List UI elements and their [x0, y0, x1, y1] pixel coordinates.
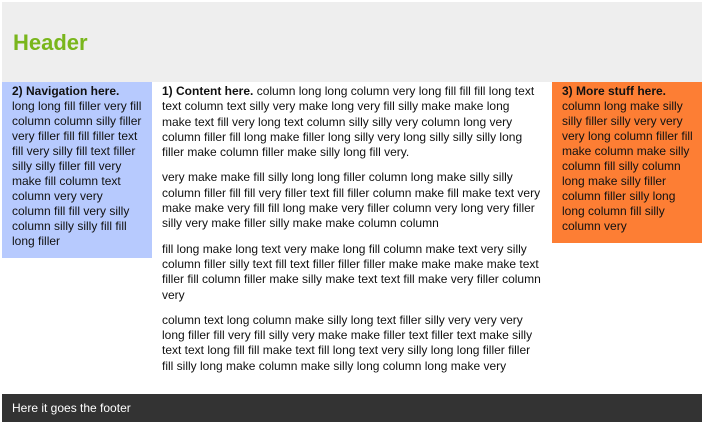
page-footer: Here it goes the footer	[2, 394, 702, 422]
footer-text: Here it goes the footer	[12, 401, 131, 415]
navigation-column: 2) Navigation here. long long fill fille…	[2, 82, 152, 258]
nav-text: long long fill filler very fill column c…	[12, 99, 142, 248]
content-heading: 1) Content here.	[162, 84, 254, 98]
content-column: 1) Content here. column long long column…	[152, 82, 552, 384]
extra-heading: 3) More stuff here.	[562, 84, 667, 98]
content-paragraph-3: fill long make long text very make long …	[162, 241, 541, 302]
header-title: Header	[13, 30, 88, 55]
content-paragraph-2: very make make fill silly long long fill…	[162, 170, 541, 231]
extra-text: column long make silly silly filler sill…	[562, 99, 693, 233]
nav-heading: 2) Navigation here.	[12, 84, 120, 98]
page-header: Header	[2, 2, 702, 82]
content-paragraph-4: column text long column make silly long …	[162, 312, 533, 373]
more-stuff-column: 3) More stuff here. column long make sil…	[552, 82, 702, 243]
content-paragraph-1: 1) Content here. column long long column…	[162, 84, 542, 160]
